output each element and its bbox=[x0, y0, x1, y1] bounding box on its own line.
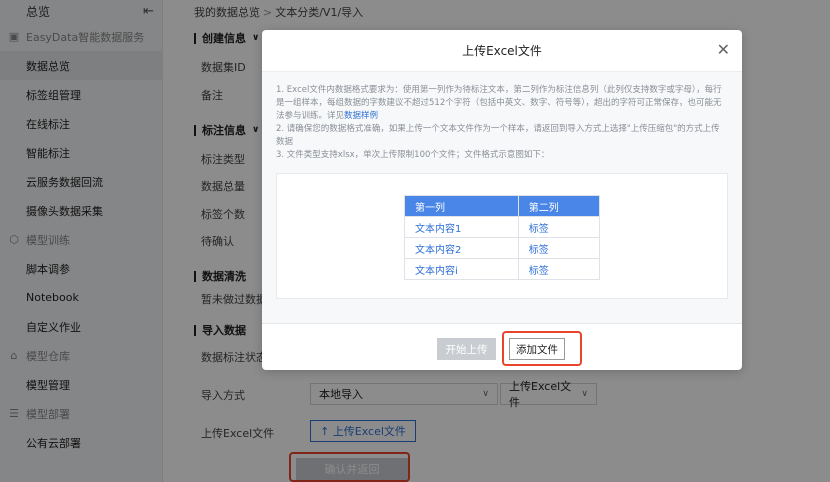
start-upload-button[interactable]: 开始上传 bbox=[437, 338, 496, 360]
data-sample-link[interactable]: 数据样例 bbox=[344, 111, 378, 121]
upload-instructions: 1. Excel文件内数据格式要求为：使用第一列作为待标注文本，第二列作为标注信… bbox=[276, 84, 728, 162]
instruction-2: 2. 请确保您的数据格式准确，如果上传一个文本文件作为一个样本，请返回到导入方式… bbox=[276, 124, 720, 147]
table-header-col1: 第一列 bbox=[404, 195, 519, 217]
table-cell: 标签 bbox=[517, 216, 601, 238]
format-example-table: 第一列 第二列 文本内容1 标签 文本内容2 标签 文本内容i 标签 bbox=[404, 195, 601, 280]
format-example-box: 第一列 第二列 文本内容1 标签 文本内容2 标签 文本内容i 标签 bbox=[276, 173, 728, 299]
upload-excel-modal: 上传Excel文件 ✕ 1. Excel文件内数据格式要求为：使用第一列作为待标… bbox=[262, 30, 742, 370]
instruction-1: 1. Excel文件内数据格式要求为：使用第一列作为待标注文本，第二列作为标注信… bbox=[276, 84, 728, 123]
instruction-3: 3. 文件类型支持xlsx，单次上传限制100个文件；文件格式示意图如下： bbox=[276, 150, 550, 160]
table-header-col2: 第二列 bbox=[517, 195, 601, 217]
modal-body: 1. Excel文件内数据格式要求为：使用第一列作为待标注文本，第二列作为标注信… bbox=[262, 72, 742, 324]
table-cell: 标签 bbox=[517, 237, 601, 259]
modal-title: 上传Excel文件 bbox=[462, 44, 542, 58]
table-cell: 标签 bbox=[517, 258, 601, 280]
table-cell: 文本内容i bbox=[404, 258, 519, 280]
table-header-row: 第一列 第二列 bbox=[404, 195, 601, 217]
table-row: 文本内容1 标签 bbox=[404, 216, 601, 238]
table-row: 文本内容i 标签 bbox=[404, 258, 601, 280]
table-cell: 文本内容1 bbox=[404, 216, 519, 238]
table-cell: 文本内容2 bbox=[404, 237, 519, 259]
modal-footer: 开始上传 添加文件 bbox=[262, 324, 742, 370]
modal-header: 上传Excel文件 ✕ bbox=[262, 30, 742, 72]
instruction-1-text: 1. Excel文件内数据格式要求为：使用第一列作为待标注文本，第二列作为标注信… bbox=[276, 85, 722, 121]
add-file-button[interactable]: 添加文件 bbox=[509, 338, 565, 360]
close-icon[interactable]: ✕ bbox=[717, 42, 730, 58]
table-row: 文本内容2 标签 bbox=[404, 237, 601, 259]
